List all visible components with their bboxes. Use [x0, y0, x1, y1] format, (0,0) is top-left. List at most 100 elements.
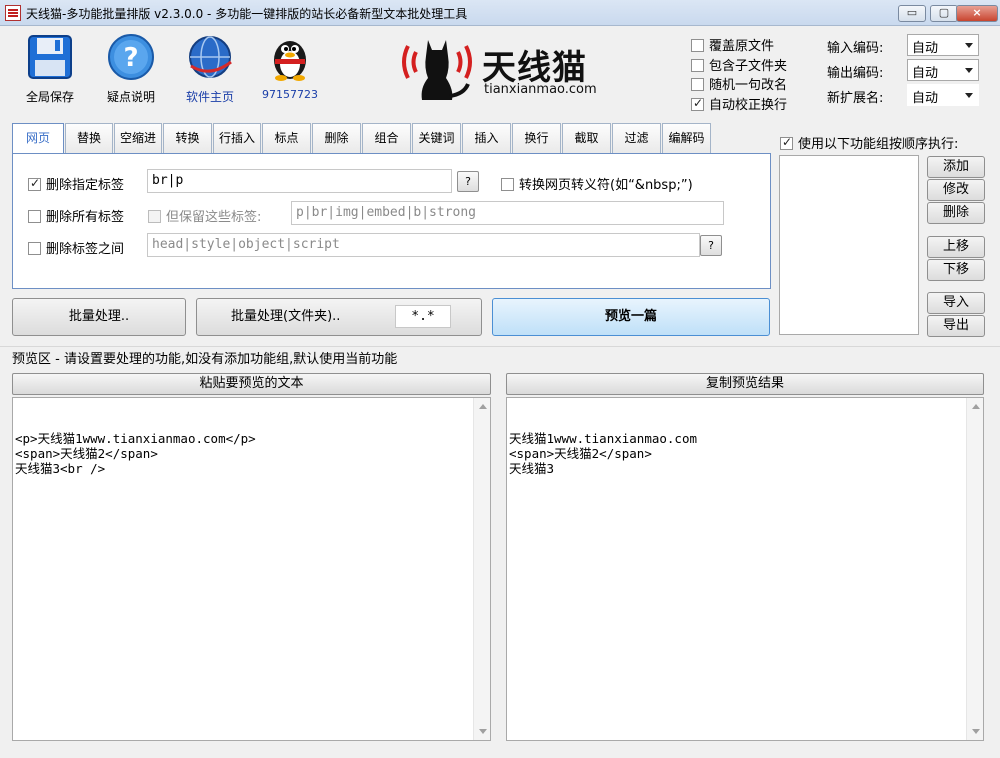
edit-group-button[interactable]: 修改: [927, 179, 985, 201]
remove-all-tags-checkbox[interactable]: [28, 210, 41, 223]
keep-tags-input[interactable]: p|br|img|embed|b|strong: [291, 201, 724, 225]
preview-output-text: 天线猫1www.tianxianmao.com <span>天线猫2</span…: [509, 431, 698, 476]
remove-all-tags-label: 删除所有标签: [46, 210, 125, 225]
copy-result-button[interactable]: 复制预览结果: [506, 373, 984, 395]
tab-delete[interactable]: 删除: [312, 123, 361, 154]
preview-hint: 预览区 - 请设置要处理的功能,如没有添加功能组,默认使用当前功能: [12, 352, 398, 367]
output-encoding-value: 自动: [912, 66, 939, 81]
remove-tags-input[interactable]: br|p: [147, 169, 452, 193]
window-title: 天线猫-多功能批量排版 v2.3.0.0 - 多功能一键排版的站长必备新型文本批…: [26, 7, 468, 21]
save-all-label: 全局保存: [25, 90, 74, 104]
tab-indent[interactable]: 空缩进: [114, 123, 162, 154]
tab-web[interactable]: 网页: [12, 123, 64, 155]
homepage-button[interactable]: 软件主页: [174, 32, 246, 105]
output-encoding-label: 输出编码:: [827, 66, 884, 81]
remove-tags-checkbox[interactable]: [28, 176, 41, 191]
tab-extract[interactable]: 截取: [562, 123, 611, 154]
batch-process-button[interactable]: 批量处理..: [12, 298, 186, 336]
svg-text:?: ?: [123, 43, 138, 73]
remove-tags-label: 删除指定标签: [46, 178, 125, 193]
include-subfolder-label: 包含子文件夹: [709, 59, 788, 74]
input-encoding-select[interactable]: 自动: [907, 34, 979, 56]
convert-entity-label: 转换网页转义符(如“&nbsp;”): [519, 178, 693, 193]
tab-convert[interactable]: 转换: [163, 123, 212, 154]
chevron-down-icon: [965, 68, 973, 73]
tab-filter[interactable]: 过滤: [612, 123, 661, 154]
move-up-button[interactable]: 上移: [927, 236, 985, 258]
homepage-label: 软件主页: [185, 90, 234, 104]
include-subfolder-checkbox[interactable]: [691, 59, 704, 72]
keep-tags-label: 但保留这些标签:: [166, 210, 262, 225]
app-icon: [5, 5, 21, 21]
remove-between-input[interactable]: head|style|object|script: [147, 233, 700, 257]
convert-entity-option[interactable]: 转换网页转义符(如“&nbsp;”): [501, 174, 693, 193]
remove-between-option[interactable]: 删除标签之间: [28, 238, 124, 257]
move-down-button[interactable]: 下移: [927, 259, 985, 281]
input-encoding-value: 自动: [912, 41, 939, 56]
remove-between-checkbox[interactable]: [28, 242, 41, 255]
random-rename-checkbox[interactable]: [691, 78, 704, 91]
tab-insert[interactable]: 插入: [462, 123, 511, 154]
chevron-down-icon: [965, 43, 973, 48]
output-scrollbar[interactable]: [966, 398, 983, 740]
use-group-label: 使用以下功能组按顺序执行:: [798, 137, 959, 152]
preview-input-textarea[interactable]: <p>天线猫1www.tianxianmao.com</p> <span>天线猫…: [12, 397, 491, 741]
remove-all-tags-option[interactable]: 删除所有标签: [28, 206, 124, 225]
maximize-button[interactable]: ▢: [930, 5, 958, 22]
function-group-list[interactable]: [779, 155, 919, 335]
qq-button[interactable]: 97157723: [254, 32, 326, 101]
qq-label: 97157723: [262, 88, 318, 101]
auto-fix-newline-checkbox[interactable]: [691, 96, 704, 111]
random-rename-option[interactable]: 随机一句改名: [691, 74, 787, 93]
import-button[interactable]: 导入: [927, 292, 985, 314]
tab-encode-decode[interactable]: 编解码: [662, 123, 711, 154]
preview-input-text: <p>天线猫1www.tianxianmao.com</p> <span>天线猫…: [15, 431, 256, 476]
random-rename-label: 随机一句改名: [709, 78, 788, 93]
preview-output-textarea[interactable]: 天线猫1www.tianxianmao.com <span>天线猫2</span…: [506, 397, 984, 741]
tab-line-insert[interactable]: 行插入: [213, 123, 261, 154]
use-group-checkbox[interactable]: [780, 135, 793, 150]
tab-punctuation[interactable]: 标点: [262, 123, 311, 154]
remove-between-help-button[interactable]: ?: [700, 235, 722, 256]
title-bar: 天线猫-多功能批量排版 v2.3.0.0 - 多功能一键排版的站长必备新型文本批…: [0, 0, 1000, 26]
chevron-down-icon: [965, 93, 973, 98]
preview-divider: [0, 346, 1000, 347]
tab-newline[interactable]: 换行: [512, 123, 561, 154]
scroll-up-icon[interactable]: [972, 404, 980, 409]
keep-tags-option[interactable]: 但保留这些标签:: [148, 206, 261, 225]
file-filter-input[interactable]: *.*: [395, 305, 451, 328]
keep-tags-checkbox[interactable]: [148, 210, 161, 223]
tab-keyword[interactable]: 关键词: [412, 123, 461, 154]
help-button[interactable]: ? 疑点说明: [95, 32, 167, 105]
input-scrollbar[interactable]: [473, 398, 490, 740]
overwrite-option[interactable]: 覆盖原文件: [691, 35, 774, 54]
convert-entity-checkbox[interactable]: [501, 178, 514, 191]
minimize-button[interactable]: ▭: [898, 5, 926, 22]
remove-tags-help-button[interactable]: ?: [457, 171, 479, 192]
remove-between-label: 删除标签之间: [46, 242, 125, 257]
preview-one-button[interactable]: 预览一篇: [492, 298, 770, 336]
overwrite-label: 覆盖原文件: [709, 39, 775, 54]
scroll-down-icon[interactable]: [479, 729, 487, 734]
tab-combine[interactable]: 组合: [362, 123, 411, 154]
include-subfolder-option[interactable]: 包含子文件夹: [691, 55, 787, 74]
overwrite-checkbox[interactable]: [691, 39, 704, 52]
tab-replace[interactable]: 替换: [65, 123, 113, 154]
new-extension-select[interactable]: 自动: [907, 84, 979, 106]
use-group-option[interactable]: 使用以下功能组按顺序执行:: [780, 133, 958, 152]
web-panel: 删除指定标签 br|p ? 转换网页转义符(如“&nbsp;”) 删除所有标签 …: [12, 153, 771, 289]
paste-preview-button[interactable]: 粘贴要预览的文本: [12, 373, 491, 395]
input-encoding-label: 输入编码:: [827, 41, 884, 56]
auto-fix-newline-option[interactable]: 自动校正换行: [691, 94, 787, 113]
brand-domain: tianxianmao.com: [484, 82, 597, 97]
close-button[interactable]: ×: [956, 5, 998, 22]
globe-icon: [185, 32, 235, 82]
output-encoding-select[interactable]: 自动: [907, 59, 979, 81]
scroll-down-icon[interactable]: [972, 729, 980, 734]
delete-group-button[interactable]: 删除: [927, 202, 985, 224]
remove-tags-option[interactable]: 删除指定标签: [28, 174, 124, 193]
add-group-button[interactable]: 添加: [927, 156, 985, 178]
save-all-button[interactable]: 全局保存: [14, 32, 86, 105]
scroll-up-icon[interactable]: [479, 404, 487, 409]
export-button[interactable]: 导出: [927, 315, 985, 337]
